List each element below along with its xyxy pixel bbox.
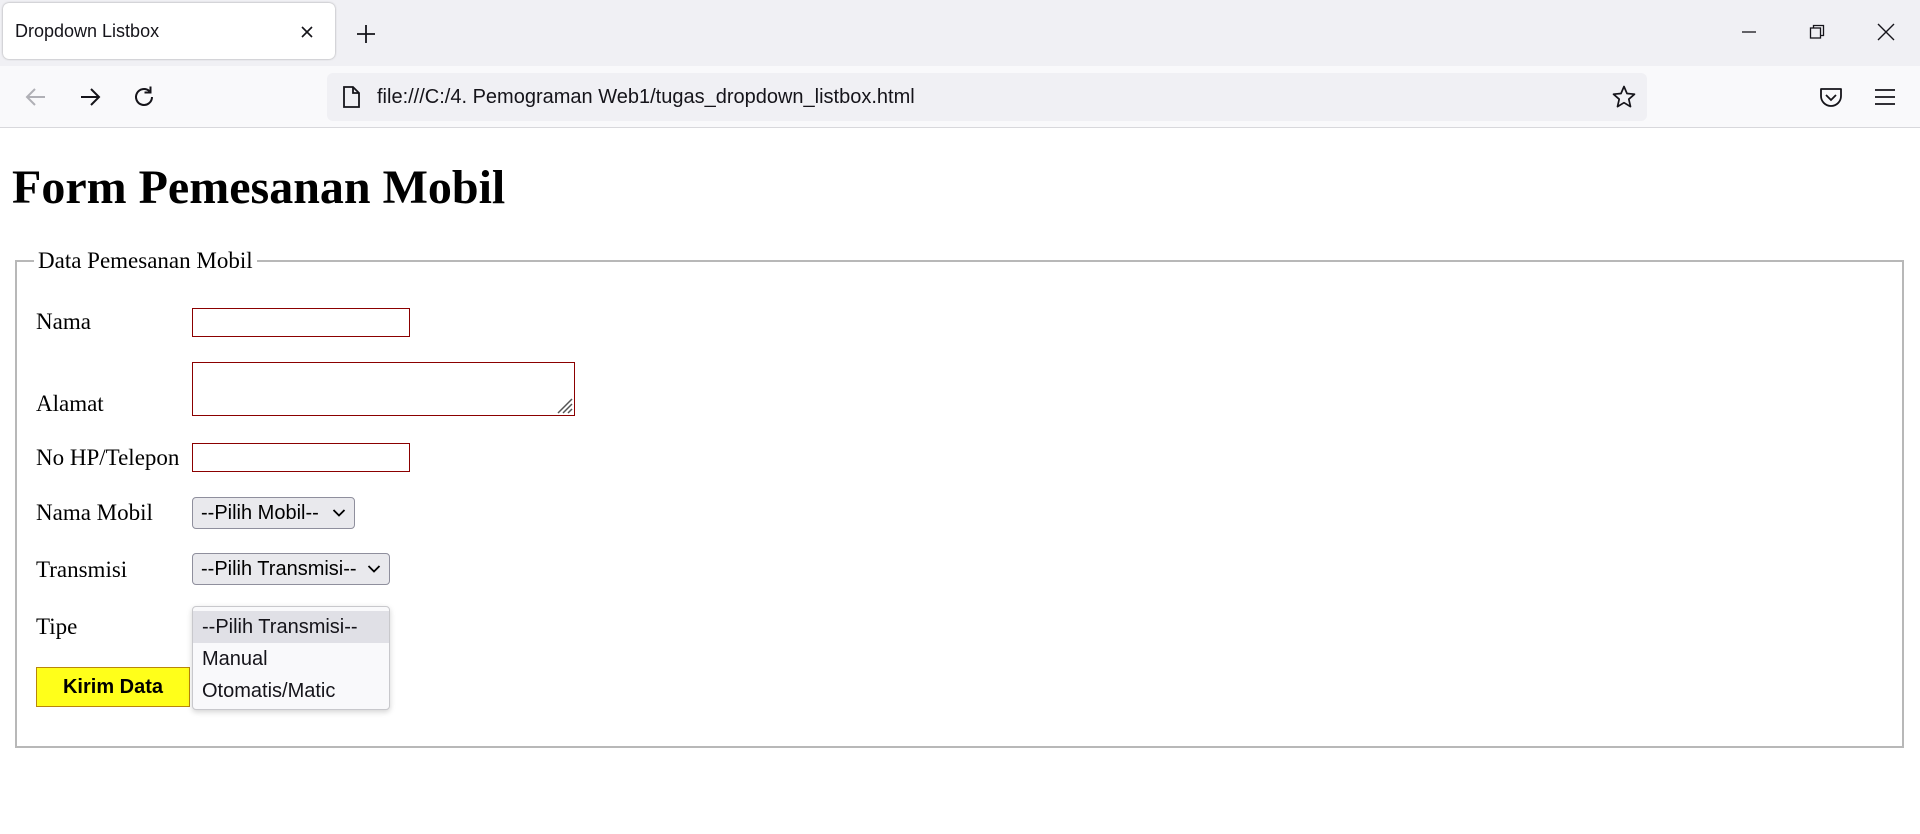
nama-label: Nama <box>36 309 91 334</box>
transmisi-selected: --Pilih Transmisi-- <box>201 558 357 580</box>
no-hp-label: No HP/Telepon <box>36 445 180 470</box>
url-text: file:///C:/4. Pemograman Web1/tugas_drop… <box>377 86 915 108</box>
submit-button[interactable]: Kirim Data <box>36 667 190 707</box>
transmisi-option[interactable]: Otomatis/Matic <box>193 675 389 707</box>
page-icon <box>343 86 360 108</box>
chevron-down-icon <box>367 565 381 573</box>
no-hp-input[interactable] <box>192 443 410 472</box>
restore-icon[interactable] <box>1807 22 1827 42</box>
alamat-textarea[interactable] <box>192 362 575 416</box>
pocket-icon[interactable] <box>1818 84 1844 110</box>
transmisi-select[interactable]: --Pilih Transmisi-- <box>192 553 390 585</box>
tab-bar: Dropdown Listbox <box>0 0 1920 66</box>
navigation-bar: file:///C:/4. Pemograman Web1/tugas_drop… <box>0 66 1920 128</box>
page-title: Form Pemesanan Mobil <box>12 161 506 214</box>
back-icon[interactable] <box>23 84 49 110</box>
fieldset-legend: Data Pemesanan Mobil <box>34 247 257 275</box>
nama-mobil-select[interactable]: --Pilih Mobil-- <box>192 497 355 529</box>
bookmark-star-icon[interactable] <box>1611 84 1637 110</box>
reload-icon[interactable] <box>131 84 157 110</box>
close-tab-icon[interactable] <box>299 24 315 40</box>
chevron-down-icon <box>332 509 346 517</box>
address-bar[interactable]: file:///C:/4. Pemograman Web1/tugas_drop… <box>327 73 1647 121</box>
resize-grip-icon[interactable] <box>553 394 573 414</box>
minimize-icon[interactable] <box>1739 22 1759 42</box>
nama-mobil-label: Nama Mobil <box>36 500 153 525</box>
alamat-label: Alamat <box>36 391 104 416</box>
browser-tab[interactable]: Dropdown Listbox <box>3 3 335 59</box>
close-window-icon[interactable] <box>1876 22 1896 42</box>
tab-title: Dropdown Listbox <box>15 21 160 41</box>
forward-icon[interactable] <box>77 84 103 110</box>
new-tab-icon[interactable] <box>355 23 377 45</box>
nama-input[interactable] <box>192 308 410 337</box>
transmisi-option[interactable]: --Pilih Transmisi-- <box>193 611 389 643</box>
page-content: Form Pemesanan Mobil Data Pemesanan Mobi… <box>0 128 1920 834</box>
tipe-label: Tipe <box>36 614 78 639</box>
menu-icon[interactable] <box>1872 84 1898 110</box>
transmisi-label: Transmisi <box>36 557 128 582</box>
transmisi-option[interactable]: Manual <box>193 643 389 675</box>
transmisi-dropdown-list: --Pilih Transmisi-- Manual Otomatis/Mati… <box>192 606 390 710</box>
nama-mobil-selected: --Pilih Mobil-- <box>201 502 319 524</box>
